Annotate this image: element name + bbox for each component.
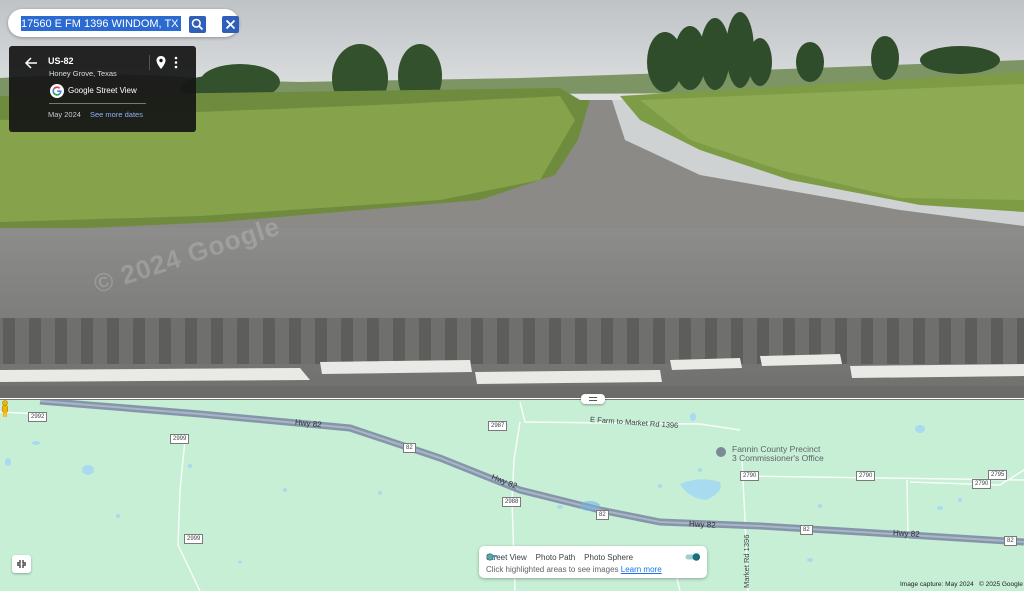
legend-hint: Click highlighted areas to see images Le… — [486, 565, 662, 574]
close-icon — [225, 19, 236, 30]
road-label-hwy82: Hwy 82 — [892, 528, 920, 539]
back-arrow-icon[interactable] — [23, 56, 39, 70]
learn-more-link[interactable]: Learn more — [621, 565, 662, 574]
poi-name-line2: 3 Commissioner's Office — [732, 453, 824, 463]
route-shield: 82 — [1004, 536, 1017, 546]
route-shield: 2795 — [988, 470, 1008, 480]
more-vert-icon[interactable] — [172, 55, 180, 70]
search-input[interactable] — [21, 15, 181, 32]
legend-photo-path: Photo Path — [535, 553, 576, 562]
fullscreen-exit-button[interactable] — [12, 555, 31, 573]
card-divider — [49, 103, 146, 104]
search-button[interactable] — [189, 16, 206, 33]
toggle-switch[interactable] — [683, 552, 703, 562]
search-icon — [191, 18, 204, 31]
legend-hint-text: Click highlighted areas to see images — [486, 565, 619, 574]
split-resize-handle[interactable] — [581, 394, 605, 404]
map-panel[interactable]: 2992 2999 2999 2987 2988 2790 2790 2790 … — [0, 399, 1024, 591]
road-label-hwy82: Hwy 82 — [688, 519, 716, 530]
street-view-info-card: US-82 Honey Grove, Texas Google Street V… — [9, 46, 196, 132]
street-view-legend: Street View Photo Path Photo Sphere Clic… — [479, 546, 707, 578]
street-view-brand: Google Street View — [68, 86, 137, 95]
location-subtitle: Honey Grove, Texas — [49, 69, 117, 78]
poi-fannin-county-precinct[interactable]: Fannin County Precinct 3 Commissioner's … — [732, 445, 824, 463]
route-shield: 2999 — [184, 534, 204, 544]
road-label-market-rd: Market Rd 1396 — [742, 534, 751, 588]
route-shield: 2790 — [740, 471, 760, 481]
route-shield: 82 — [596, 510, 609, 520]
legend-photo-sphere: Photo Sphere — [584, 553, 634, 562]
map-copyright: © 2025 Google — [979, 581, 1023, 588]
government-building-icon[interactable] — [716, 447, 726, 457]
street-view-panorama[interactable]: © 2024 Google US-82 Honey Grove, Texas — [0, 0, 1024, 398]
legend-items: Street View Photo Path Photo Sphere — [486, 553, 633, 562]
capture-date: May 2024 — [48, 110, 81, 119]
fullscreen-exit-icon — [17, 560, 26, 568]
photo-sphere-dot-icon — [486, 553, 494, 561]
see-more-dates-link[interactable]: See more dates — [90, 110, 143, 119]
route-shield: 2999 — [170, 434, 190, 444]
image-capture-date: Image capture: May 2024 — [900, 581, 974, 588]
location-title: US-82 — [48, 56, 74, 66]
route-shield: 82 — [800, 525, 813, 535]
route-shield: 2790 — [972, 479, 992, 489]
route-shield: 2790 — [856, 471, 876, 481]
route-shield: 2987 — [488, 421, 508, 431]
google-g-logo — [50, 84, 64, 98]
clear-search-button[interactable] — [222, 16, 239, 33]
route-shield: 2992 — [28, 412, 48, 422]
search-box[interactable] — [8, 9, 239, 37]
map-pin-icon[interactable] — [155, 55, 167, 70]
divider — [149, 55, 150, 70]
route-shield: 82 — [403, 443, 416, 453]
route-shield: 2988 — [502, 497, 522, 507]
pegman-icon[interactable] — [0, 400, 10, 418]
